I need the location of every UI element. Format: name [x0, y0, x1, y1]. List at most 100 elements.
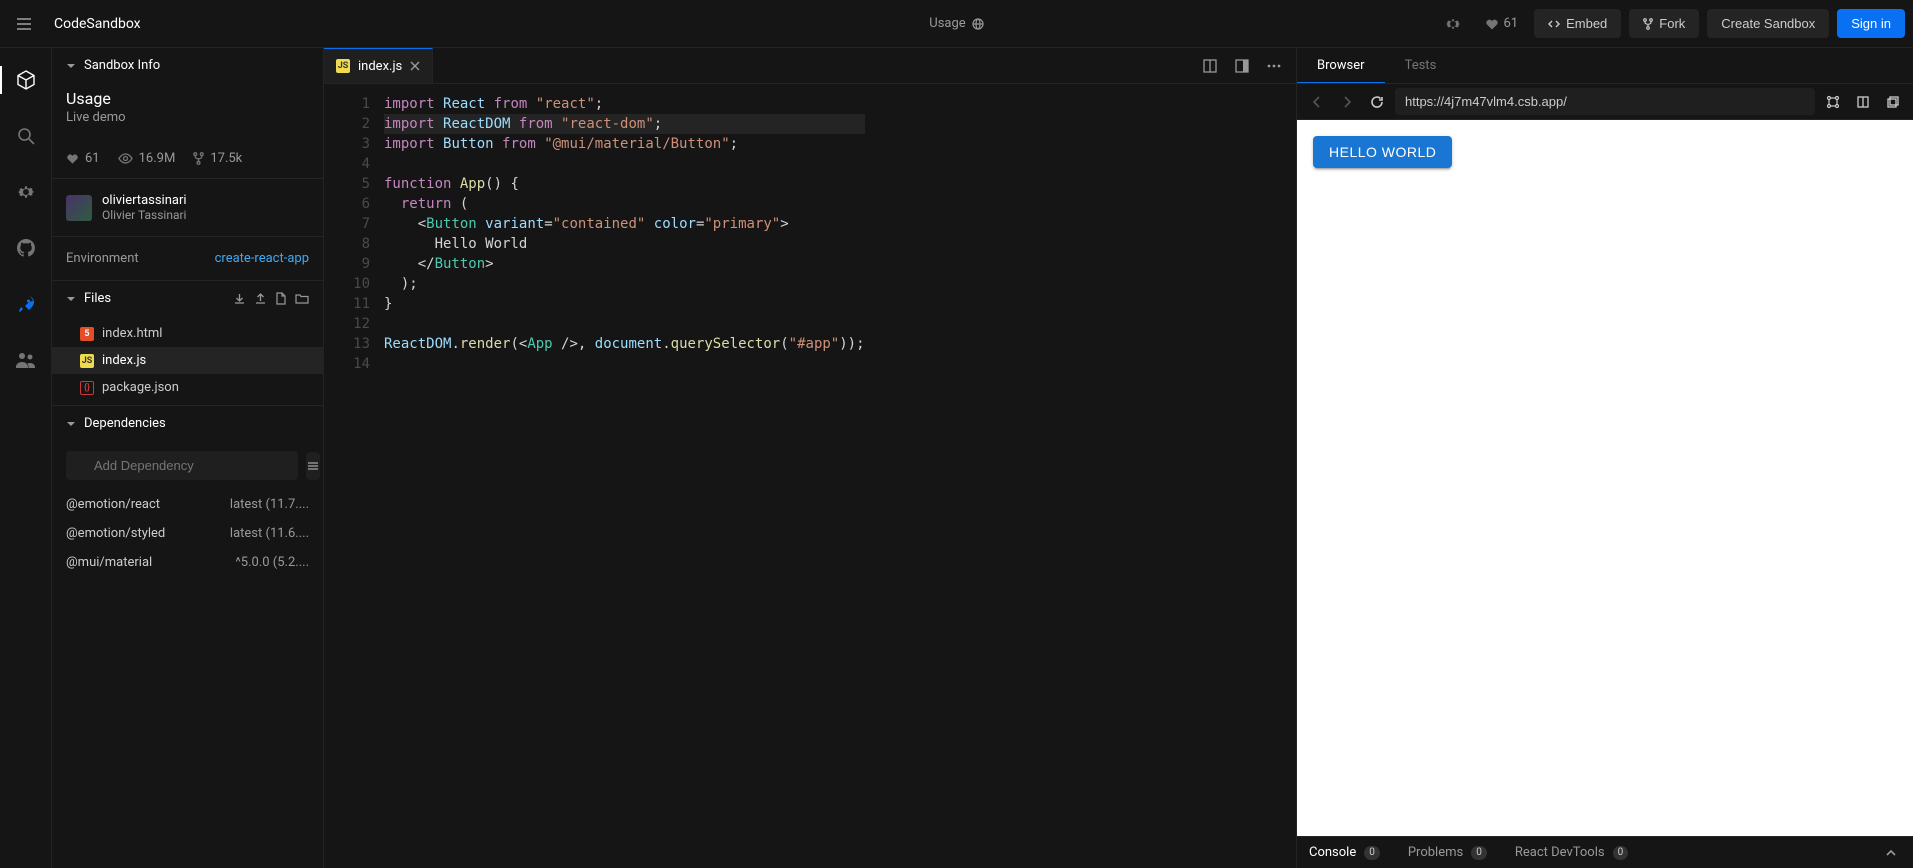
external-icon [1886, 95, 1900, 109]
console-tab-problems[interactable]: Problems 0 [1408, 845, 1487, 860]
stat-forks: 17.5k [193, 151, 242, 166]
avatar [66, 195, 92, 221]
download-icon[interactable] [233, 292, 246, 305]
split-editor-button[interactable] [1196, 52, 1224, 80]
environment-value[interactable]: create-react-app [215, 251, 309, 266]
file-name: package.json [102, 380, 179, 395]
console-tab-console[interactable]: Console 0 [1309, 845, 1380, 860]
nav-back-button[interactable] [1305, 90, 1329, 114]
sandbox-info-header[interactable]: Sandbox Info [52, 48, 323, 83]
dependency-version: ^5.0.0 (5.2.... [235, 555, 309, 570]
menu-icon [15, 15, 33, 33]
dependency-row[interactable]: @mui/material ^5.0.0 (5.2.... [52, 548, 323, 577]
sandbox-title-button[interactable]: Usage [929, 16, 983, 31]
js-file-icon: JS [80, 354, 94, 368]
chevron-down-icon [66, 419, 76, 429]
activity-live[interactable] [8, 342, 44, 378]
list-icon [306, 459, 320, 473]
console-tab-devtools[interactable]: React DevTools 0 [1515, 845, 1628, 860]
heart-icon [1485, 17, 1499, 31]
activity-bar [0, 48, 52, 868]
open-window-icon [1856, 95, 1870, 109]
dependency-version: latest (11.6.... [230, 526, 309, 541]
dependency-name: @emotion/styled [66, 526, 165, 541]
dependency-name: @mui/material [66, 555, 152, 570]
console-expand-button[interactable] [1881, 843, 1901, 863]
open-external-button[interactable] [1881, 90, 1905, 114]
deps-header[interactable]: Dependencies [52, 406, 323, 441]
chevron-up-icon [1885, 847, 1897, 859]
chevron-down-icon [66, 61, 76, 71]
activity-deploy[interactable] [8, 286, 44, 322]
globe-icon [972, 18, 984, 30]
dependency-version: latest (11.7.... [230, 497, 309, 512]
like-button[interactable]: 61 [1477, 16, 1526, 31]
create-sandbox-button[interactable]: Create Sandbox [1707, 9, 1829, 38]
signin-button[interactable]: Sign in [1837, 9, 1905, 38]
split-vertical-icon [1202, 58, 1218, 74]
author-link[interactable]: oliviertassinari Olivier Tassinari [52, 178, 323, 236]
stat-views: 16.9M [118, 151, 176, 166]
heart-icon [66, 152, 79, 165]
arrow-left-icon [1310, 95, 1324, 109]
file-item[interactable]: 5 index.html [52, 320, 323, 347]
fork-button[interactable]: Fork [1629, 9, 1699, 38]
files-header[interactable]: Files [52, 281, 323, 316]
preview-mui-button[interactable]: HELLO WORLD [1313, 136, 1452, 168]
new-folder-icon[interactable] [295, 292, 309, 305]
activity-search[interactable] [8, 118, 44, 154]
reload-icon [1370, 95, 1384, 109]
github-icon [16, 238, 36, 258]
environment-label: Environment [66, 251, 139, 266]
add-dependency-input[interactable] [66, 451, 298, 480]
embed-icon [1548, 18, 1560, 30]
preview-tab-tests[interactable]: Tests [1385, 48, 1457, 83]
brand-name[interactable]: CodeSandbox [54, 16, 141, 32]
activity-github[interactable] [8, 230, 44, 266]
file-name: index.html [102, 326, 162, 341]
stat-likes: 61 [66, 151, 100, 166]
js-file-icon: JS [336, 59, 350, 73]
html-file-icon: 5 [80, 327, 94, 341]
structure-icon [1826, 95, 1840, 109]
file-item[interactable]: JS index.js [52, 347, 323, 374]
upload-icon[interactable] [254, 292, 267, 305]
nav-reload-button[interactable] [1365, 90, 1389, 114]
activity-explorer[interactable] [8, 62, 44, 98]
author-handle: oliviertassinari [102, 193, 187, 208]
chevron-down-icon [66, 294, 76, 304]
eye-icon [118, 152, 133, 165]
close-tab-button[interactable] [410, 61, 420, 71]
activity-settings[interactable] [8, 174, 44, 210]
open-new-window-button[interactable] [1851, 90, 1875, 114]
gear-icon [1445, 16, 1461, 32]
dependency-row[interactable]: @emotion/reactlatest (11.7.... [52, 490, 323, 519]
preview-frame: HELLO WORLD [1297, 120, 1913, 836]
preview-structure-button[interactable] [1821, 90, 1845, 114]
editor-tab[interactable]: JS index.js [324, 48, 433, 83]
sandbox-description: Live demo [66, 110, 309, 125]
json-file-icon: {} [80, 381, 94, 395]
code-editor[interactable]: 1234567891011121314 import React from "r… [324, 84, 1296, 868]
diff-icon [1234, 58, 1250, 74]
author-name: Olivier Tassinari [102, 208, 187, 222]
dep-list-button[interactable] [306, 452, 320, 480]
dots-icon [1266, 58, 1282, 74]
diff-view-button[interactable] [1228, 52, 1256, 80]
file-item[interactable]: {} package.json [52, 374, 323, 401]
file-name: index.js [102, 353, 146, 368]
preview-tab-browser[interactable]: Browser [1297, 48, 1385, 83]
hamburger-menu[interactable] [8, 8, 40, 40]
search-icon [16, 126, 36, 146]
close-icon [410, 61, 420, 71]
arrow-right-icon [1340, 95, 1354, 109]
more-actions-button[interactable] [1260, 52, 1288, 80]
new-file-icon[interactable] [275, 292, 287, 305]
settings-button[interactable] [1437, 8, 1469, 40]
like-count: 61 [1503, 16, 1518, 31]
dependency-row[interactable]: @emotion/styled latest (11.6.... [52, 519, 323, 548]
fork-icon [1643, 18, 1653, 30]
embed-button[interactable]: Embed [1534, 9, 1621, 38]
address-bar[interactable] [1395, 88, 1815, 115]
nav-forward-button[interactable] [1335, 90, 1359, 114]
